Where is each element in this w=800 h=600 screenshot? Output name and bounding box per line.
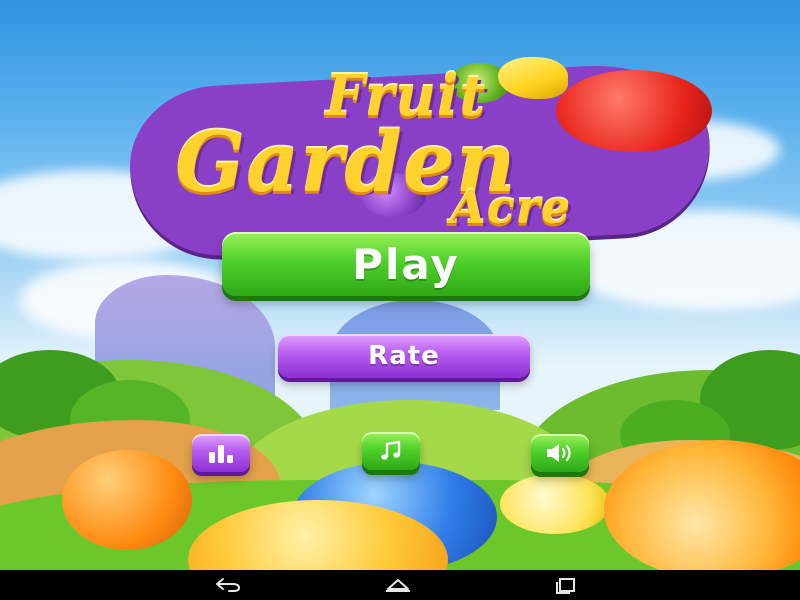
back-icon xyxy=(216,578,240,592)
play-button[interactable]: Play xyxy=(222,232,590,296)
home-icon xyxy=(386,579,410,592)
rate-button[interactable]: Rate xyxy=(278,334,530,378)
speaker-icon xyxy=(547,444,571,462)
game-scene: Fruit Garden Acre Play Rate xyxy=(0,0,800,570)
music-note-icon xyxy=(381,440,401,460)
music-button[interactable] xyxy=(362,432,420,470)
leaderboard-icon xyxy=(209,445,233,463)
sound-button[interactable] xyxy=(531,434,589,472)
orange-fruit xyxy=(62,450,192,550)
nav-back-button[interactable] xyxy=(198,574,258,596)
logo-title-acre: Acre xyxy=(450,180,572,234)
nav-recents-button[interactable] xyxy=(536,574,596,596)
strawberry-icon xyxy=(556,70,712,152)
leaderboard-button[interactable] xyxy=(192,434,250,472)
navigation-bar xyxy=(0,570,800,600)
recents-icon xyxy=(556,578,575,594)
lemon-fruit xyxy=(500,474,610,534)
game-logo: Fruit Garden Acre xyxy=(120,55,740,261)
nav-home-button[interactable] xyxy=(368,574,428,596)
